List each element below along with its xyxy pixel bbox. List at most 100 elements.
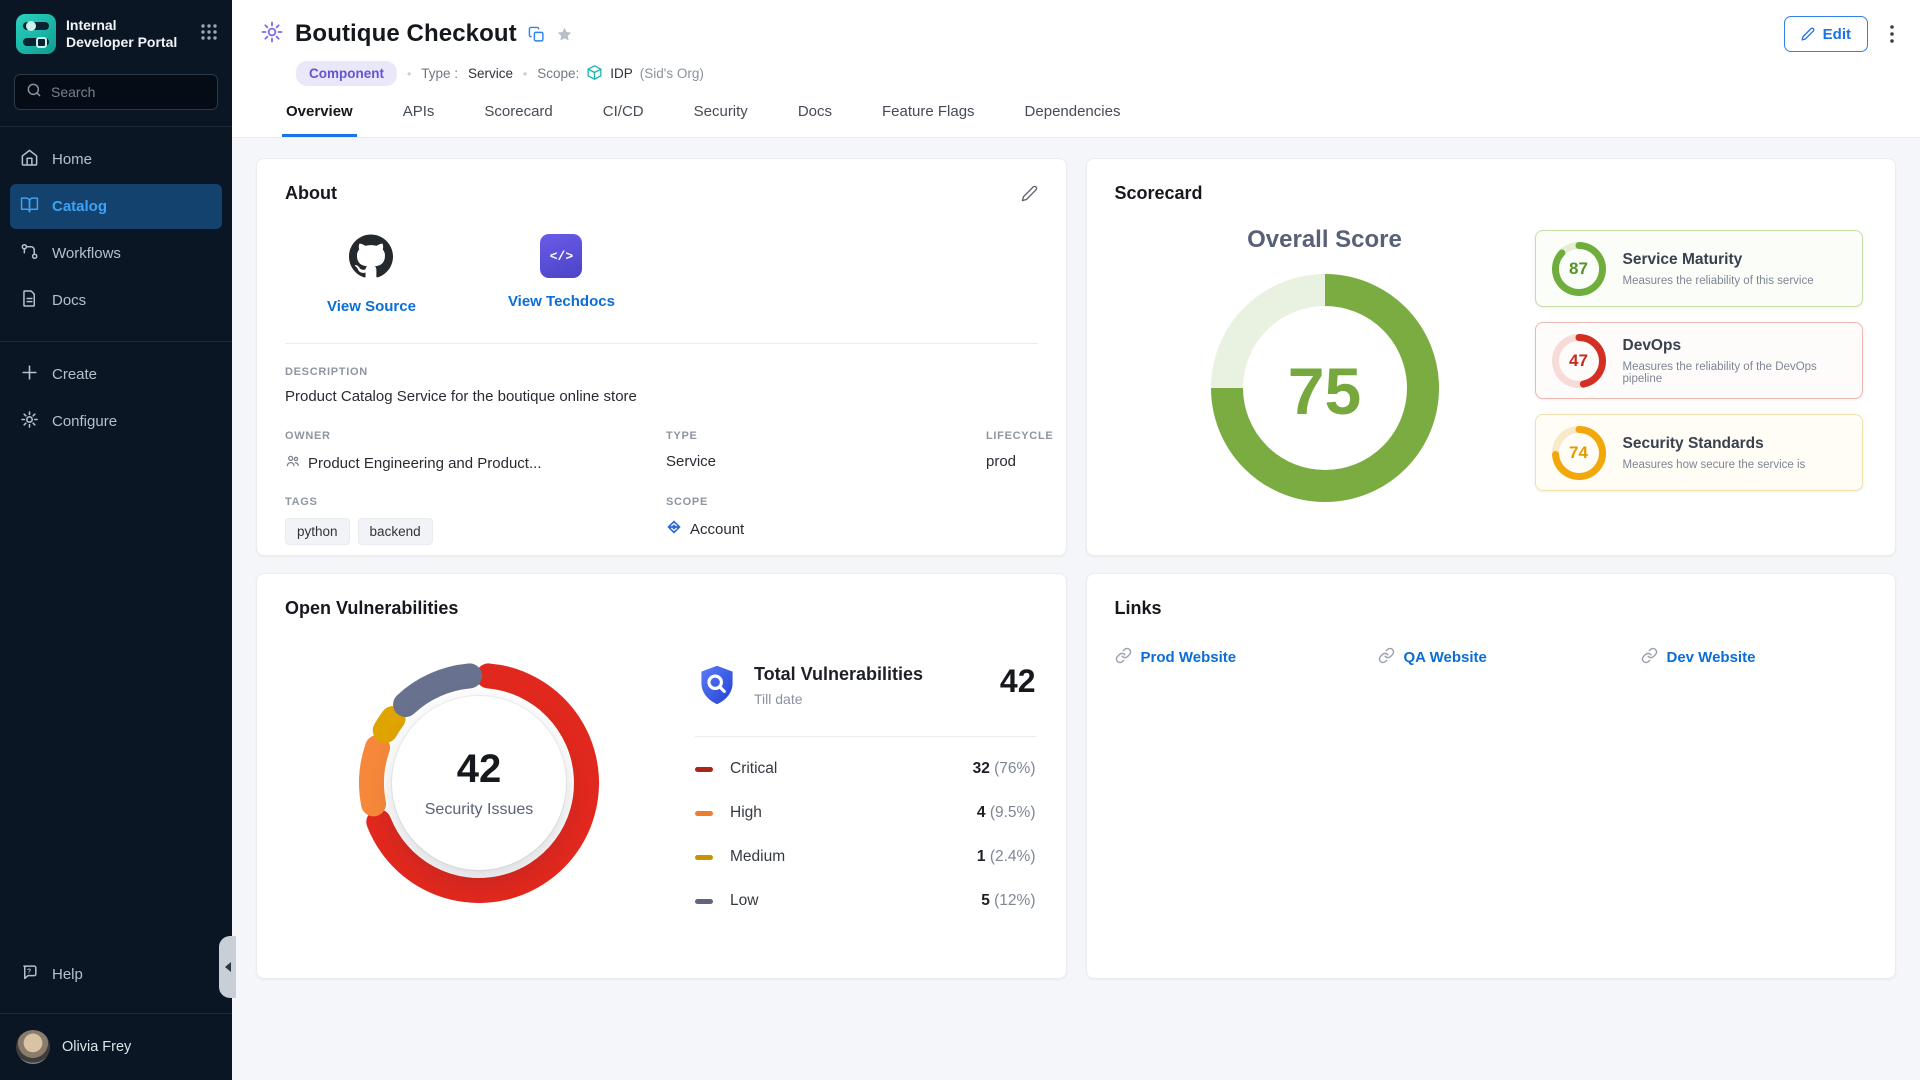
overall-score-label: Overall Score — [1247, 226, 1402, 254]
scorecard-item-security-standards[interactable]: 74 Security Standards Measures how secur… — [1535, 414, 1864, 491]
main-area: Boutique Checkout Edit — [232, 0, 1920, 1080]
link-icon — [1378, 647, 1395, 668]
home-icon — [20, 148, 39, 171]
scorecard-card: Scorecard Overall Score 75 87 — [1086, 158, 1897, 556]
total-vulnerabilities-title: Total Vulnerabilities — [754, 664, 923, 685]
lifecycle-value: prod — [986, 453, 1053, 470]
svg-text:?: ? — [27, 968, 31, 976]
vulnerabilities-card: Open Vulnerabilities 42 Security Issues — [256, 573, 1067, 979]
sidebar-item-home[interactable]: Home — [10, 137, 222, 182]
links-card: Links Prod Website — [1086, 573, 1897, 979]
user-menu[interactable]: Olivia Frey — [0, 1018, 232, 1080]
sidebar-item-catalog[interactable]: Catalog — [10, 184, 222, 229]
description-label: DESCRIPTION — [285, 366, 1038, 378]
type-field-label: TYPE — [666, 430, 986, 442]
sidebar-item-docs[interactable]: Docs — [10, 278, 222, 323]
low-dash-icon — [695, 899, 713, 904]
link-qa-website[interactable]: QA Website — [1378, 647, 1641, 668]
sidebar-nav: Home Catalog Workflows — [0, 137, 232, 325]
edit-button[interactable]: Edit — [1784, 16, 1868, 52]
link-icon — [1115, 647, 1132, 668]
sidebar-item-workflows[interactable]: Workflows — [10, 231, 222, 276]
user-name: Olivia Frey — [62, 1039, 131, 1055]
description-value: Product Catalog Service for the boutique… — [285, 388, 1038, 405]
sidebar-divider — [0, 341, 232, 342]
service-maturity-ring: 87 — [1552, 242, 1606, 296]
page-title: Boutique Checkout — [295, 20, 517, 48]
search-input[interactable] — [51, 84, 232, 100]
entity-meta: Component • Type : Service • Scope: IDP … — [296, 61, 1894, 86]
help-icon: ? — [20, 963, 39, 986]
sidebar-actions: Create Configure — [0, 352, 232, 446]
divider — [285, 343, 1038, 344]
security-issues-count: 42 — [457, 747, 502, 792]
tab-docs[interactable]: Docs — [794, 103, 836, 137]
workflows-icon — [20, 242, 39, 265]
copy-icon[interactable] — [528, 26, 545, 43]
tag-chip[interactable]: backend — [358, 518, 433, 545]
sidebar-item-label: Configure — [52, 413, 117, 430]
edit-about-pencil-icon[interactable] — [1021, 185, 1038, 202]
legend-row-critical: Critical 32 (76%) — [695, 747, 1036, 791]
sidebar-item-configure[interactable]: Configure — [10, 399, 222, 444]
account-scope-icon — [666, 519, 682, 539]
total-vulnerabilities-value: 42 — [1000, 663, 1036, 700]
tab-apis[interactable]: APIs — [399, 103, 439, 137]
sidebar-item-create[interactable]: Create — [10, 352, 222, 397]
scorecard-item-devops[interactable]: 47 DevOps Measures the reliability of th… — [1535, 322, 1864, 399]
overall-score-donut: 75 — [1211, 274, 1439, 507]
apps-grid-icon[interactable] — [200, 23, 218, 46]
tag-chip[interactable]: python — [285, 518, 350, 545]
owner-link[interactable]: Product Engineering and Product... — [285, 453, 666, 473]
sidebar-divider — [0, 126, 232, 127]
scope-value: IDP — [610, 66, 633, 81]
link-dev-website[interactable]: Dev Website — [1641, 647, 1868, 668]
app-logo — [16, 14, 56, 54]
scope-label: Scope: — [537, 66, 579, 81]
devops-ring: 47 — [1552, 334, 1606, 388]
tab-security[interactable]: Security — [690, 103, 752, 137]
scope-org: (Sid's Org) — [640, 66, 704, 81]
type-field-value: Service — [666, 453, 986, 470]
tab-overview[interactable]: Overview — [282, 103, 357, 137]
search-icon — [26, 82, 42, 103]
sidebar-divider — [0, 1013, 232, 1014]
tab-cicd[interactable]: CI/CD — [599, 103, 648, 137]
shield-search-icon — [695, 663, 739, 712]
content-grid: About View Source </> View Techdo — [232, 138, 1920, 1080]
sidebar-item-label: Docs — [52, 292, 86, 309]
scorecard-item-service-maturity[interactable]: 87 Service Maturity Measures the reliabi… — [1535, 230, 1864, 307]
medium-dash-icon — [695, 855, 713, 860]
sidebar-item-help[interactable]: ? Help — [10, 952, 222, 997]
about-card: About View Source </> View Techdo — [256, 158, 1067, 556]
lifecycle-label: LIFECYCLE — [986, 430, 1053, 442]
tab-feature-flags[interactable]: Feature Flags — [878, 103, 979, 137]
github-icon — [349, 234, 393, 283]
plus-icon — [20, 363, 39, 386]
entity-gear-icon — [260, 20, 284, 49]
link-icon — [1641, 647, 1658, 668]
tab-scorecard[interactable]: Scorecard — [480, 103, 556, 137]
scope-field-value: Account — [666, 519, 986, 539]
gear-icon — [20, 410, 39, 433]
view-source-link[interactable]: View Source — [327, 234, 416, 315]
total-vulnerabilities-subtitle: Till date — [754, 691, 923, 707]
sidebar-collapse-handle[interactable] — [219, 936, 236, 998]
kebab-menu-icon[interactable] — [1890, 25, 1894, 43]
vulnerabilities-donut: 42 Security Issues — [359, 663, 599, 903]
owner-label: OWNER — [285, 430, 666, 442]
pencil-icon — [1801, 27, 1815, 41]
overall-score-value: 75 — [1211, 274, 1439, 507]
sidebar: Internal Developer Portal Home — [0, 0, 232, 1080]
search-box[interactable] — [14, 74, 218, 110]
favorite-star-icon[interactable] — [556, 26, 573, 43]
link-prod-website[interactable]: Prod Website — [1115, 647, 1378, 668]
view-techdocs-link[interactable]: </> View Techdocs — [508, 234, 615, 315]
tags-label: TAGS — [285, 496, 666, 508]
techdocs-icon: </> — [540, 234, 582, 278]
tab-dependencies[interactable]: Dependencies — [1021, 103, 1125, 137]
kind-badge[interactable]: Component — [296, 61, 397, 86]
critical-dash-icon — [695, 767, 713, 772]
docs-icon — [20, 289, 39, 312]
dot-separator: • — [523, 67, 527, 81]
